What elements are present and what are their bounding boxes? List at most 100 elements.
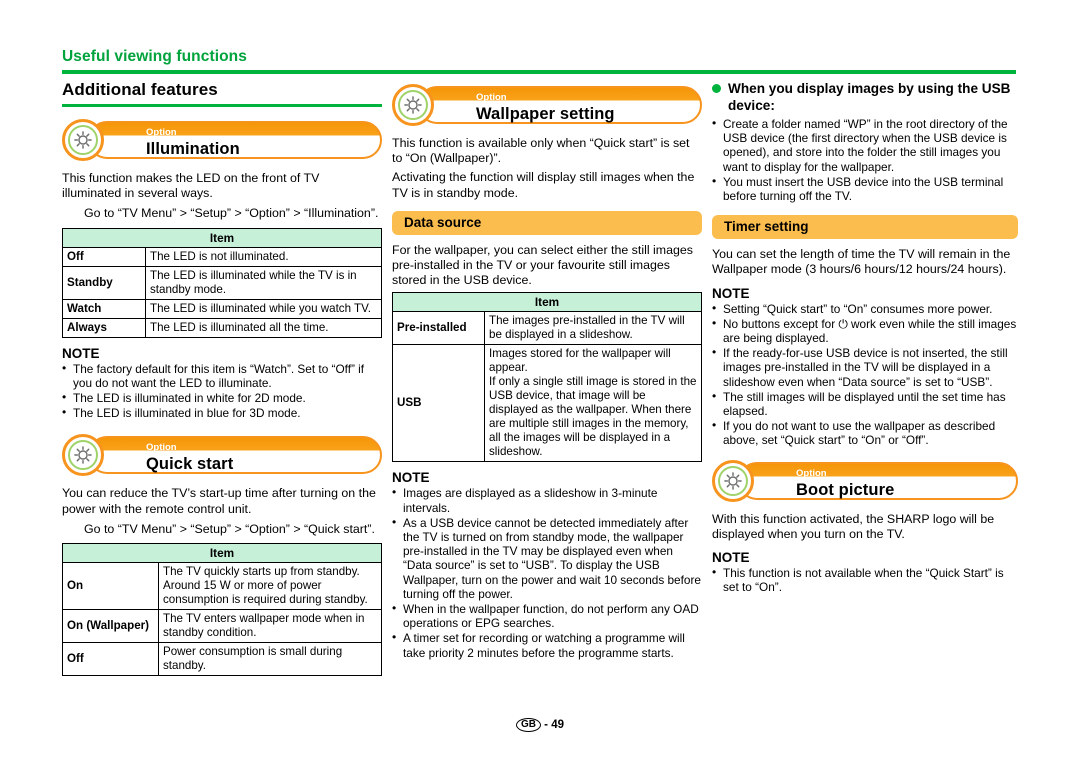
table-cell-desc: The LED is illuminated while the TV is i… xyxy=(145,265,382,300)
option-name: Quick start xyxy=(146,455,234,474)
wallpaper-intro-1: This function is available only when “Qu… xyxy=(392,136,690,166)
sub-banner-timer-setting: Timer setting xyxy=(712,215,1018,240)
option-banner-boot-picture: Option Boot picture xyxy=(712,459,1018,502)
note-bullet: The LED is illuminated in white for 2D m… xyxy=(62,390,382,405)
illumination-intro: This function makes the LED on the front… xyxy=(62,171,320,201)
option-banner-bar: Option Quick start xyxy=(88,436,382,475)
option-banner-bar: Option Boot picture xyxy=(738,461,1018,500)
table-row: On (Wallpaper) The TV enters wallpaper m… xyxy=(62,609,382,644)
table-header-item: Item xyxy=(62,543,382,564)
gear-icon xyxy=(62,119,104,161)
illumination-table: Item Off The LED is not illuminated. Sta… xyxy=(62,227,382,338)
table-row: Off Power consumption is small during st… xyxy=(62,642,382,677)
column-left: Additional features Option Illumination xyxy=(62,80,382,684)
table-cell-desc: The TV enters wallpaper mode when in sta… xyxy=(158,609,382,644)
table-row: Always The LED is illuminated all the ti… xyxy=(62,317,382,338)
option-kicker: Option xyxy=(476,92,507,103)
gear-icon xyxy=(392,84,434,126)
table-header-row: Item xyxy=(62,227,382,248)
boot-picture-intro: With this function activated, the SHARP … xyxy=(712,511,995,541)
table-header-row: Item xyxy=(392,292,702,313)
note-title: NOTE xyxy=(712,550,750,566)
option-banner-quick-start: Option Quick start xyxy=(62,434,382,477)
table-row: Off The LED is not illuminated. xyxy=(62,246,382,267)
illumination-menu-path: Go to “TV Menu” > “Setup” > “Option” > “… xyxy=(84,206,379,221)
note-bullet: A timer set for recording or watching a … xyxy=(392,630,702,659)
note-bullet: The still images will be displayed until… xyxy=(712,389,1018,418)
footer-separator: - xyxy=(544,719,549,731)
table-cell-key: Standby xyxy=(62,265,146,300)
note-bullet: This function is not available when the … xyxy=(712,565,1018,594)
option-kicker: Option xyxy=(796,467,827,479)
note-bullet: The LED is illuminated in blue for 3D mo… xyxy=(62,405,382,420)
option-banner-wallpaper-setting: Option Wallpaper setting xyxy=(392,84,702,126)
table-cell-key: USB xyxy=(392,344,485,463)
option-kicker: Option xyxy=(146,442,177,454)
table-row: On The TV quickly starts up from standby… xyxy=(62,562,382,611)
table-cell-key: Off xyxy=(62,246,146,267)
illumination-notes: The factory default for this item is “Wa… xyxy=(62,361,382,421)
table-cell-desc: The images pre-installed in the TV will … xyxy=(484,311,702,346)
data-source-notes: Images are displayed as a slideshow in 3… xyxy=(392,485,702,659)
option-name: Wallpaper setting xyxy=(476,105,615,123)
note-bullet: You must insert the USB device into the … xyxy=(712,174,1018,203)
note-title: NOTE xyxy=(392,470,430,486)
note-bullet: Setting “Quick start” to “On” consumes m… xyxy=(712,301,1018,316)
table-cell-key: On (Wallpaper) xyxy=(62,609,159,644)
note-bullet: If the ready-for-use USB device is not i… xyxy=(712,345,1018,389)
table-cell-key: Always xyxy=(62,317,146,338)
data-source-table: Item Pre-installed The images pre-instal… xyxy=(392,292,702,463)
note-title: NOTE xyxy=(62,345,100,361)
timer-setting-notes: Setting “Quick start” to “On” consumes m… xyxy=(712,301,1018,448)
sub-banner-data-source: Data source xyxy=(392,210,702,235)
option-banner-bar: Option Wallpaper setting xyxy=(418,86,702,124)
column-right: When you display images by using the USB… xyxy=(712,80,1018,595)
option-kicker: Option xyxy=(146,127,177,138)
table-cell-desc: Power consumption is small during standb… xyxy=(158,642,382,677)
table-cell-key: Off xyxy=(62,642,159,677)
note-title: NOTE xyxy=(712,285,750,301)
quick-start-intro: You can reduce the TV’s start-up time af… xyxy=(62,486,376,516)
table-cell-desc: The TV quickly starts up from standby. A… xyxy=(158,562,382,611)
region-code: GB xyxy=(515,718,541,732)
note-bullet: As a USB device cannot be detected immed… xyxy=(392,515,702,601)
chapter-title: Useful viewing functions xyxy=(62,48,247,65)
table-cell-key: Pre-installed xyxy=(392,311,485,346)
quick-start-menu-path: Go to “TV Menu” > “Setup” > “Option” > “… xyxy=(84,521,375,536)
section-title-additional-features: Additional features xyxy=(62,80,218,99)
note-bullet: When in the wallpaper function, do not p… xyxy=(392,601,702,630)
table-row: USB Images stored for the wallpaper will… xyxy=(392,344,702,463)
wallpaper-intro-2: Activating the function will display sti… xyxy=(392,170,695,200)
note-bullet: The factory default for this item is “Wa… xyxy=(62,361,382,390)
option-name: Illumination xyxy=(146,140,240,158)
table-header-item: Item xyxy=(392,292,702,313)
note-bullet: Create a folder named “WP” in the root d… xyxy=(712,116,1018,174)
table-header-row: Item xyxy=(62,543,382,564)
note-bullet: No buttons except for ⏻ work even while … xyxy=(712,316,1018,345)
table-cell-key: Watch xyxy=(62,298,146,319)
table-row: Pre-installed The images pre-installed i… xyxy=(392,311,702,346)
page-number: 49 xyxy=(551,719,565,731)
note-bullet: Images are displayed as a slideshow in 3… xyxy=(392,485,702,514)
page-footer: GB - 49 xyxy=(0,718,1080,732)
option-name: Boot picture xyxy=(796,480,895,499)
table-row: Standby The LED is illuminated while the… xyxy=(62,265,382,300)
usb-display-bullets: Create a folder named “WP” in the root d… xyxy=(712,116,1018,203)
table-cell-desc: The LED is illuminated all the time. xyxy=(145,317,382,338)
quick-start-table: Item On The TV quickly starts up from st… xyxy=(62,543,382,677)
column-middle: Option Wallpaper setting This function i… xyxy=(392,80,702,661)
chapter-rule xyxy=(62,70,1016,74)
table-cell-key: On xyxy=(62,562,159,611)
table-cell-desc: Images stored for the wallpaper will app… xyxy=(484,344,702,463)
note-bullet: If you do not want to use the wallpaper … xyxy=(712,418,1018,447)
data-source-intro: For the wallpaper, you can select either… xyxy=(392,242,693,288)
table-cell-desc: The LED is not illuminated. xyxy=(145,246,382,267)
gear-icon xyxy=(712,459,754,502)
option-banner-bar: Option Illumination xyxy=(88,121,382,159)
table-cell-desc: The LED is illuminated while you watch T… xyxy=(145,298,382,319)
usb-display-heading: When you display images by using the USB… xyxy=(712,80,1018,114)
manual-page: Useful viewing functions Additional feat… xyxy=(0,0,1080,763)
table-row: Watch The LED is illuminated while you w… xyxy=(62,298,382,319)
option-banner-illumination: Option Illumination xyxy=(62,119,382,161)
boot-picture-notes: This function is not available when the … xyxy=(712,565,1018,594)
